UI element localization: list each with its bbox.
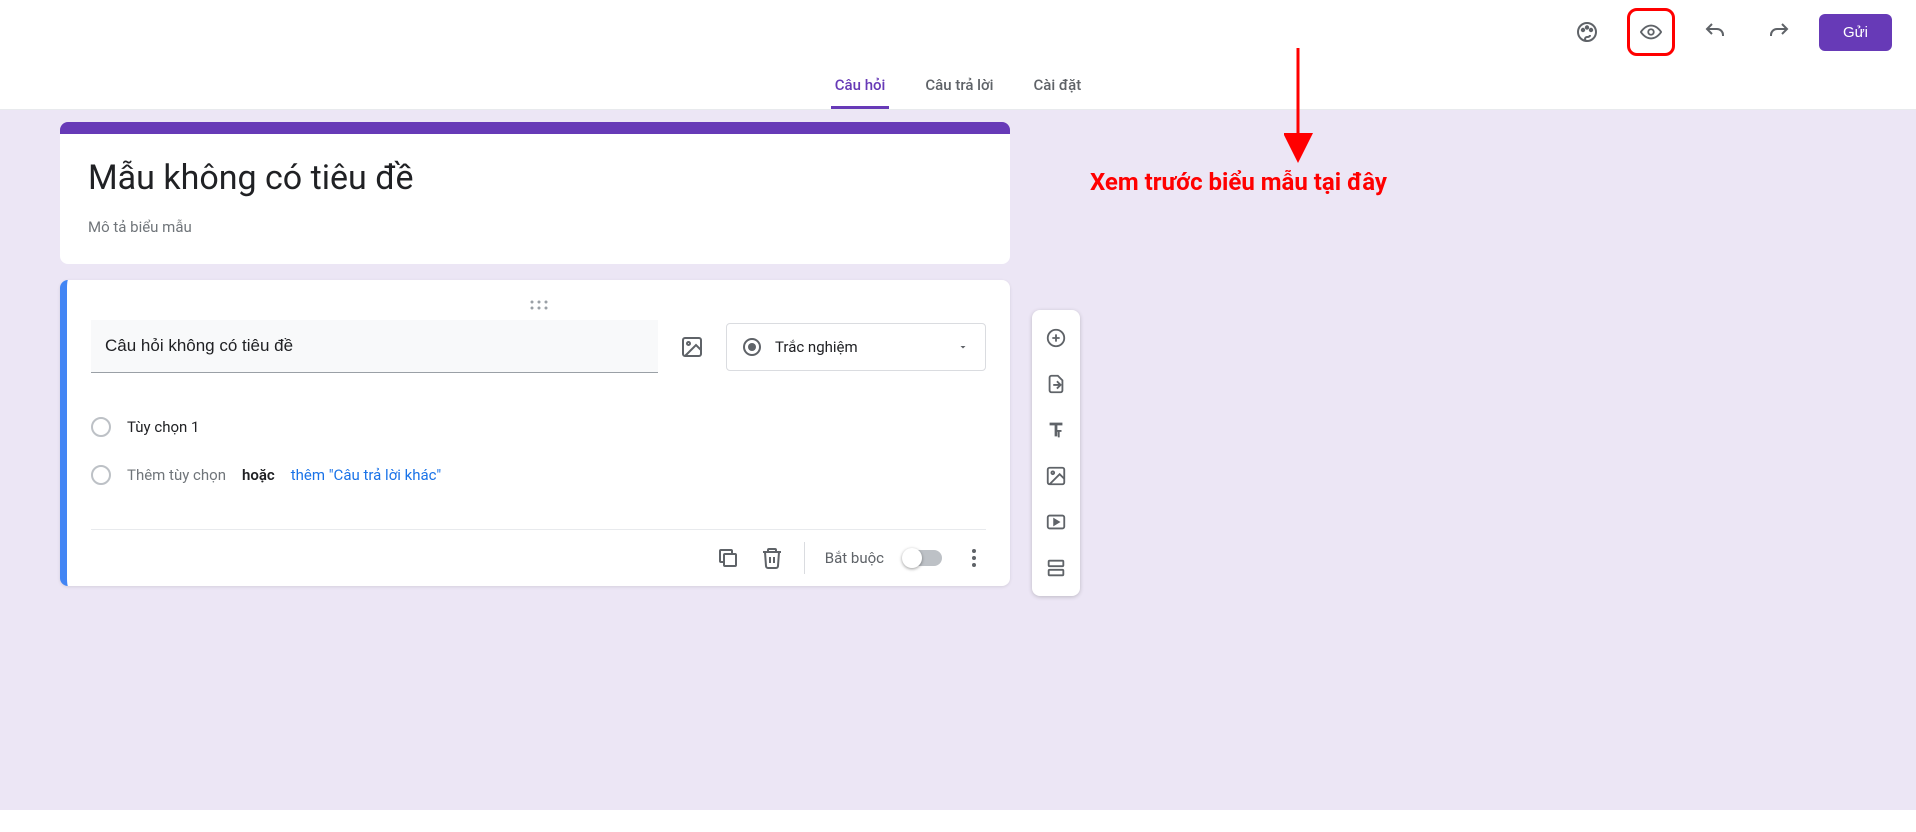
add-video-button[interactable] — [1036, 502, 1076, 542]
required-toggle[interactable] — [904, 550, 942, 566]
redo-button[interactable] — [1755, 8, 1803, 56]
floating-toolbar — [1032, 310, 1080, 596]
radio-empty-icon — [91, 465, 111, 485]
add-option-button[interactable]: Thêm tùy chọn — [127, 466, 226, 484]
form-title[interactable]: Mẫu không có tiêu đề — [88, 158, 982, 198]
text-icon — [1045, 419, 1067, 441]
palette-icon — [1575, 20, 1599, 44]
question-card[interactable]: Trắc nghiệm Tùy chọn 1 Thêm tùy chọn hoặ… — [60, 280, 1010, 586]
video-icon — [1045, 511, 1067, 533]
tab-questions[interactable]: Câu hỏi — [831, 64, 890, 109]
add-section-button[interactable] — [1036, 548, 1076, 588]
undo-icon — [1703, 20, 1727, 44]
add-image-button-toolbar[interactable] — [1036, 456, 1076, 496]
question-header-row: Trắc nghiệm — [91, 320, 986, 373]
image-icon — [680, 335, 704, 359]
form-description[interactable]: Mô tả biểu mẫu — [88, 218, 982, 236]
image-icon — [1045, 465, 1067, 487]
or-label: hoặc — [242, 466, 275, 484]
radio-filled-icon — [743, 338, 761, 356]
import-questions-button[interactable] — [1036, 364, 1076, 404]
file-import-icon — [1045, 373, 1067, 395]
app-header: Gửi — [0, 0, 1916, 64]
tab-responses[interactable]: Câu trả lời — [921, 64, 997, 109]
required-label: Bắt buộc — [825, 549, 884, 567]
section-icon — [1045, 557, 1067, 579]
tabs-bar: Câu hỏi Câu trả lời Cài đặt — [0, 64, 1916, 110]
add-other-button[interactable]: thêm "Câu trả lời khác" — [291, 466, 441, 484]
redo-icon — [1767, 20, 1791, 44]
question-type-label: Trắc nghiệm — [775, 338, 943, 356]
send-button[interactable]: Gửi — [1819, 14, 1892, 51]
undo-button[interactable] — [1691, 8, 1739, 56]
annotation-text: Xem trước biểu mẫu tại đây — [1090, 168, 1387, 196]
plus-circle-icon — [1045, 327, 1067, 349]
form-workspace: Xem trước biểu mẫu tại đây Mẫu không có … — [0, 110, 1916, 810]
option-1-text[interactable]: Tùy chọn 1 — [127, 418, 199, 436]
question-footer: Bắt buộc — [91, 529, 986, 574]
question-title-input[interactable] — [91, 320, 658, 373]
chevron-down-icon — [957, 341, 969, 353]
form-title-card[interactable]: Mẫu không có tiêu đề Mô tả biểu mẫu — [60, 122, 1010, 264]
eye-icon — [1640, 20, 1662, 44]
add-option-row: Thêm tùy chọn hoặc thêm "Câu trả lời khá… — [91, 451, 986, 499]
radio-empty-icon — [91, 417, 111, 437]
tab-settings[interactable]: Cài đặt — [1029, 64, 1085, 109]
drag-handle-icon[interactable] — [91, 300, 986, 310]
question-type-dropdown[interactable]: Trắc nghiệm — [726, 323, 986, 371]
form-container: Mẫu không có tiêu đề Mô tả biểu mẫu Trắc… — [60, 122, 1010, 586]
add-image-button[interactable] — [678, 335, 706, 359]
footer-divider — [804, 542, 805, 574]
header-actions: Gửi — [1563, 8, 1892, 56]
customize-theme-button[interactable] — [1563, 8, 1611, 56]
option-row-1: Tùy chọn 1 — [91, 403, 986, 451]
add-title-button[interactable] — [1036, 410, 1076, 450]
add-question-button[interactable] — [1036, 318, 1076, 358]
more-options-button[interactable] — [962, 546, 986, 570]
delete-button[interactable] — [760, 546, 784, 570]
duplicate-button[interactable] — [716, 546, 740, 570]
preview-button[interactable] — [1627, 8, 1675, 56]
